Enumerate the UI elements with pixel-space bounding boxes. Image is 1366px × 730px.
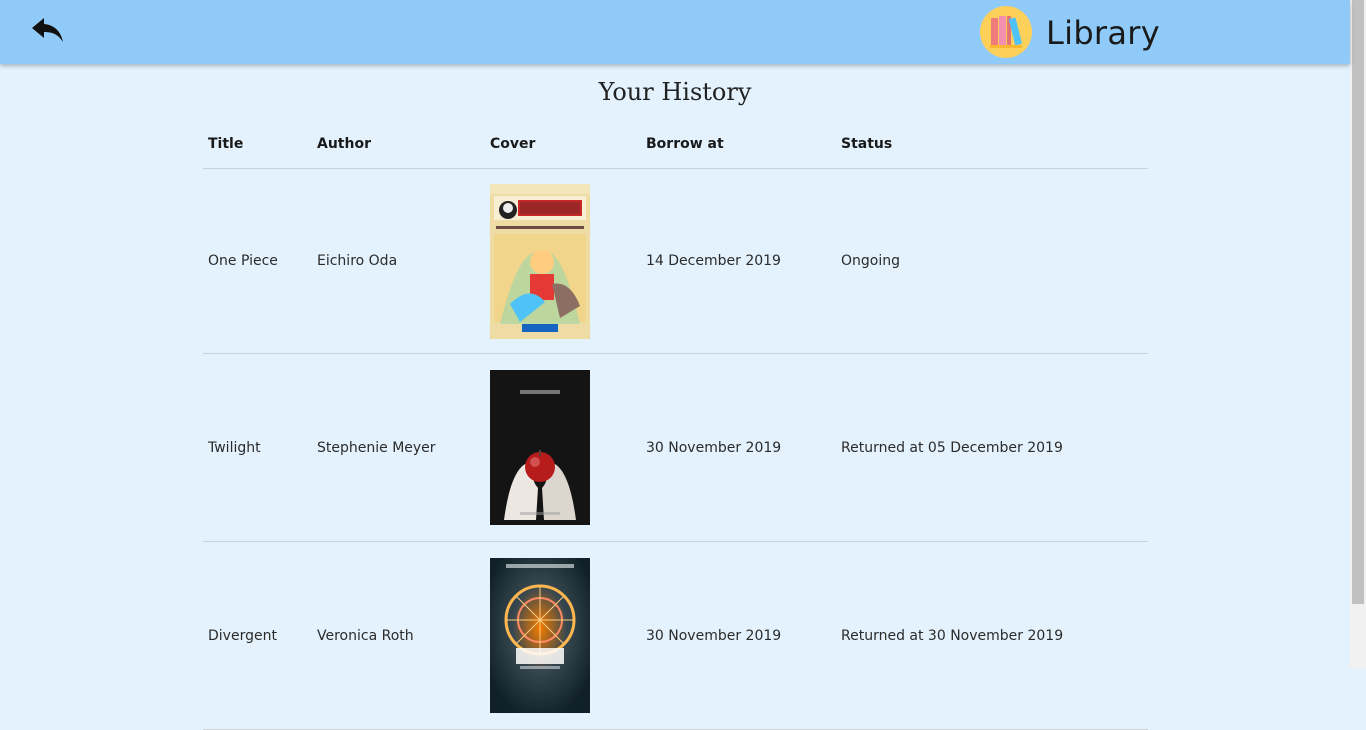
column-header-status: Status bbox=[836, 120, 1148, 169]
borrow-status: Returned at 05 December 2019 bbox=[836, 353, 1148, 542]
column-header-author: Author bbox=[312, 120, 485, 169]
borrow-status: Returned at 30 November 2019 bbox=[836, 541, 1148, 730]
cover-cell bbox=[485, 541, 641, 730]
book-cover-image bbox=[490, 558, 590, 713]
book-cover-image bbox=[490, 183, 590, 339]
book-title: One Piece bbox=[203, 168, 312, 354]
book-author: Eichiro Oda bbox=[312, 168, 485, 354]
books-logo-icon bbox=[980, 6, 1032, 58]
table-row: One Piece Eichiro Oda 14 December 2019 O… bbox=[203, 168, 1148, 354]
column-header-cover: Cover bbox=[485, 120, 641, 169]
history-table: Title Author Cover Borrow at Status One … bbox=[203, 120, 1148, 730]
scrollbar-thumb[interactable] bbox=[1352, 0, 1364, 604]
back-button[interactable] bbox=[28, 12, 68, 52]
book-title: Twilight bbox=[203, 353, 312, 542]
column-header-title: Title bbox=[203, 120, 312, 169]
book-title: Divergent bbox=[203, 541, 312, 730]
borrow-date: 14 December 2019 bbox=[641, 168, 836, 354]
table-row: Twilight Stephenie Meyer 30 November 201… bbox=[203, 353, 1148, 542]
book-cover-image bbox=[490, 370, 590, 525]
cover-cell bbox=[485, 353, 641, 542]
table-row: Divergent Veronica Roth 30 November 2019… bbox=[203, 541, 1148, 730]
borrow-date: 30 November 2019 bbox=[641, 541, 836, 730]
borrow-date: 30 November 2019 bbox=[641, 353, 836, 542]
borrow-status: Ongoing bbox=[836, 168, 1148, 354]
book-author: Stephenie Meyer bbox=[312, 353, 485, 542]
page-title: Your History bbox=[598, 78, 752, 106]
app-header: Library bbox=[0, 0, 1350, 64]
column-header-borrow-at: Borrow at bbox=[641, 120, 836, 169]
book-author: Veronica Roth bbox=[312, 541, 485, 730]
cover-cell bbox=[485, 168, 641, 354]
reply-arrow-icon bbox=[32, 18, 63, 42]
table-header-row: Title Author Cover Borrow at Status bbox=[203, 120, 1148, 169]
app-title: Library bbox=[1046, 14, 1160, 52]
brand: Library bbox=[980, 6, 1160, 58]
